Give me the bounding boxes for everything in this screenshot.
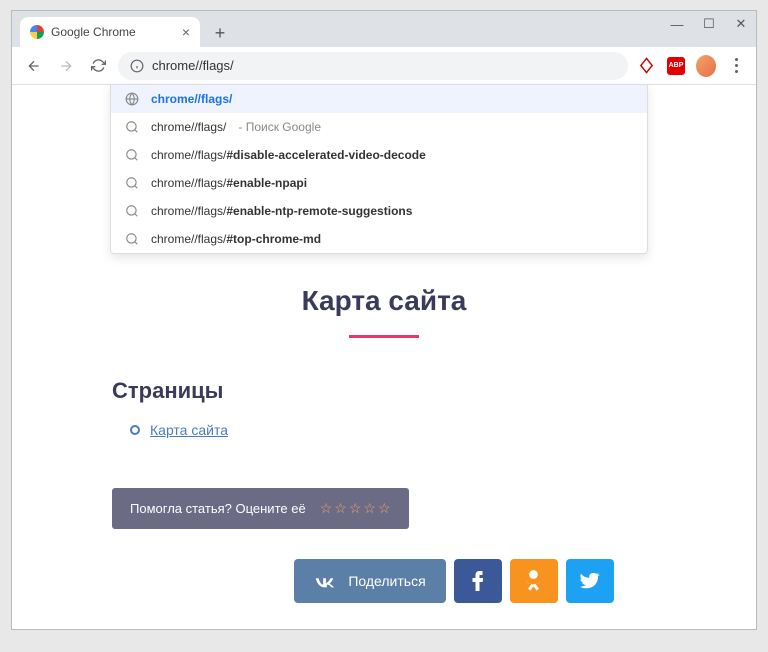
odnoklassniki-icon bbox=[527, 570, 540, 592]
tabs-bar: Google Chrome × + bbox=[12, 11, 756, 47]
facebook-icon bbox=[472, 571, 483, 591]
new-tab-button[interactable]: + bbox=[206, 19, 234, 47]
adblock-extension-icon[interactable]: ABP bbox=[666, 56, 686, 76]
toolbar: ABP bbox=[12, 47, 756, 85]
page-title: Карта сайта bbox=[12, 285, 756, 317]
browser-window: — ☐ ✕ Google Chrome × + ABP bbox=[11, 10, 757, 630]
search-icon bbox=[125, 148, 139, 162]
tab-close-icon[interactable]: × bbox=[182, 24, 190, 40]
suggestion-item[interactable]: chrome//flags/#top-chrome-md bbox=[111, 225, 647, 253]
abp-badge: ABP bbox=[667, 57, 685, 75]
back-button[interactable] bbox=[22, 54, 46, 78]
search-icon bbox=[125, 204, 139, 218]
share-buttons: Поделиться bbox=[152, 559, 756, 603]
suggestion-text: chrome//flags/#enable-ntp-remote-suggest… bbox=[151, 204, 412, 218]
suggestion-item[interactable]: chrome//flags/#disable-accelerated-video… bbox=[111, 141, 647, 169]
suggestion-item[interactable]: chrome//flags/ bbox=[111, 85, 647, 113]
bullet-icon bbox=[130, 425, 140, 435]
suggestion-item[interactable]: chrome//flags/#enable-ntp-remote-suggest… bbox=[111, 197, 647, 225]
reload-button[interactable] bbox=[86, 54, 110, 78]
suggestion-text: chrome//flags/#disable-accelerated-video… bbox=[151, 148, 426, 162]
sitemap-link[interactable]: Карта сайта bbox=[150, 422, 228, 438]
suggestion-text: chrome//flags/#enable-npapi bbox=[151, 176, 307, 190]
yandex-extension-icon[interactable] bbox=[636, 56, 656, 76]
url-input[interactable] bbox=[152, 58, 616, 73]
rating-label: Помогла статья? Оцените её bbox=[130, 501, 306, 516]
profile-avatar[interactable] bbox=[696, 56, 716, 76]
maximize-button[interactable]: ☐ bbox=[702, 17, 716, 31]
search-icon bbox=[125, 120, 139, 134]
suggestion-item[interactable]: chrome//flags/ - Поиск Google bbox=[111, 113, 647, 141]
share-vk-label: Поделиться bbox=[348, 573, 425, 589]
omnibox-suggestions: chrome//flags/chrome//flags/ - Поиск Goo… bbox=[110, 84, 648, 254]
search-icon bbox=[125, 176, 139, 190]
share-ok-button[interactable] bbox=[510, 559, 558, 603]
menu-dots-icon bbox=[735, 58, 738, 73]
star-icon[interactable]: ☆ bbox=[378, 500, 391, 517]
share-twitter-button[interactable] bbox=[566, 559, 614, 603]
star-icon[interactable]: ☆ bbox=[334, 500, 347, 517]
suggestion-extra: - Поиск Google bbox=[238, 120, 321, 134]
avatar-icon bbox=[696, 55, 716, 77]
rating-stars[interactable]: ☆ ☆ ☆ ☆ ☆ bbox=[320, 500, 391, 517]
address-bar[interactable] bbox=[118, 52, 628, 80]
section-heading: Страницы bbox=[112, 378, 756, 404]
share-vk-button[interactable]: Поделиться bbox=[294, 559, 445, 603]
vk-icon bbox=[314, 574, 336, 588]
extension-icons: ABP bbox=[636, 56, 746, 76]
globe-icon bbox=[125, 92, 139, 106]
tab-title: Google Chrome bbox=[51, 25, 136, 39]
menu-button[interactable] bbox=[726, 56, 746, 76]
chrome-favicon-icon bbox=[30, 25, 44, 39]
rating-widget[interactable]: Помогла статья? Оцените её ☆ ☆ ☆ ☆ ☆ bbox=[112, 488, 409, 529]
star-icon[interactable]: ☆ bbox=[363, 500, 376, 517]
search-icon bbox=[125, 232, 139, 246]
link-list-item: Карта сайта bbox=[130, 422, 756, 438]
star-icon[interactable]: ☆ bbox=[320, 500, 333, 517]
suggestion-text: chrome//flags/ bbox=[151, 120, 226, 134]
star-icon[interactable]: ☆ bbox=[349, 500, 362, 517]
suggestion-text: chrome//flags/ bbox=[151, 92, 232, 106]
title-divider bbox=[349, 335, 419, 338]
share-facebook-button[interactable] bbox=[454, 559, 502, 603]
suggestion-text: chrome//flags/#top-chrome-md bbox=[151, 232, 321, 246]
twitter-icon bbox=[580, 573, 600, 589]
forward-button[interactable] bbox=[54, 54, 78, 78]
browser-tab[interactable]: Google Chrome × bbox=[20, 17, 200, 47]
minimize-button[interactable]: — bbox=[670, 17, 684, 31]
window-controls: — ☐ ✕ bbox=[670, 17, 748, 31]
close-window-button[interactable]: ✕ bbox=[734, 17, 748, 31]
suggestion-item[interactable]: chrome//flags/#enable-npapi bbox=[111, 169, 647, 197]
info-icon bbox=[130, 59, 144, 73]
